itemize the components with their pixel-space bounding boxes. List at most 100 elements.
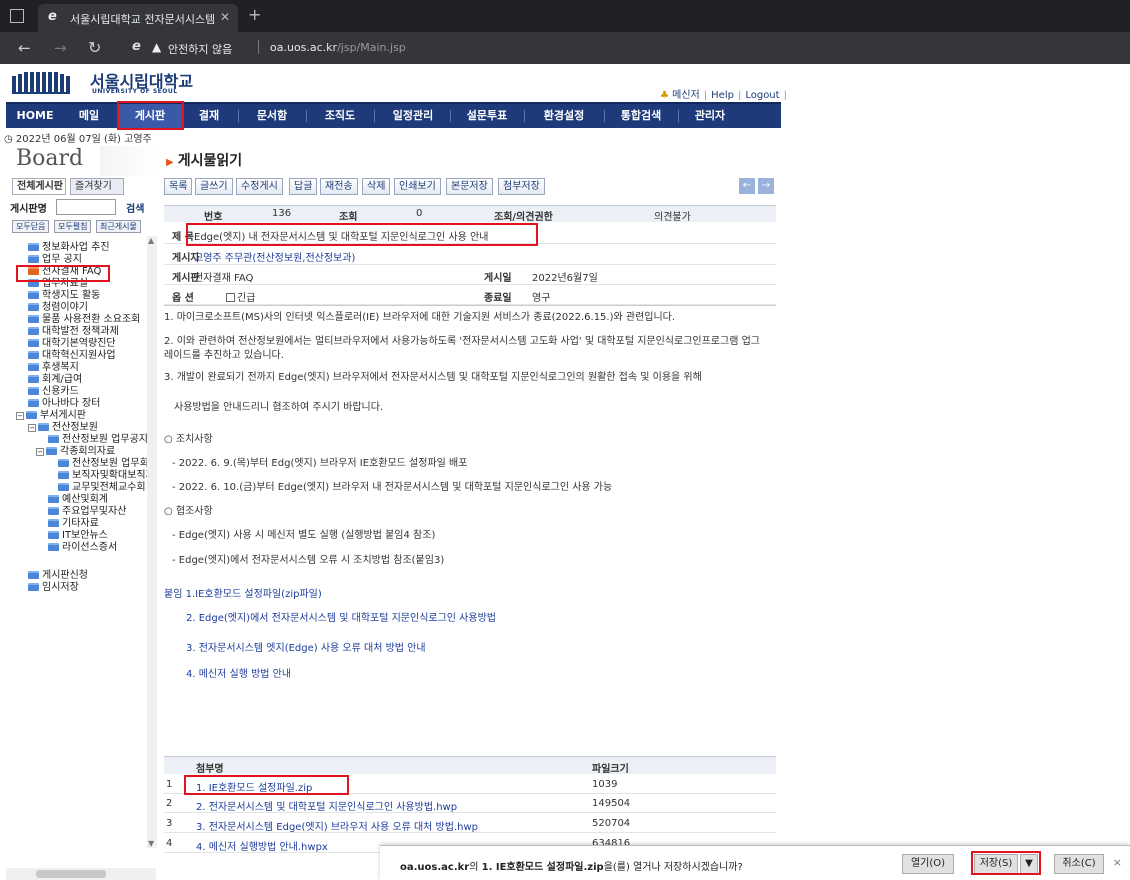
prev-post-icon[interactable]: ← bbox=[739, 178, 755, 194]
tree-item[interactable]: 전산정보원 업무회의 bbox=[58, 458, 156, 470]
back-icon[interactable]: ← bbox=[18, 39, 31, 57]
body-attachment-link[interactable]: 2. Edge(엣지)에서 전자문서시스템 및 대학포털 지문인식로그인 사용방… bbox=[186, 609, 496, 624]
write-button[interactable]: 글쓰기 bbox=[195, 178, 233, 195]
folder-icon bbox=[48, 519, 59, 527]
tab-favorites[interactable]: 즐겨찾기 bbox=[70, 178, 124, 195]
folder-icon bbox=[28, 255, 39, 263]
resend-button[interactable]: 재전송 bbox=[320, 178, 358, 195]
delete-button[interactable]: 삭제 bbox=[362, 178, 391, 195]
warning-icon[interactable]: ▲ bbox=[152, 40, 161, 54]
attachment-link[interactable]: 2. 전자문서시스템 및 대학포털 지문인식로그인 사용방법.hwp bbox=[196, 798, 457, 813]
posted-value: 2022년6월7일 bbox=[532, 273, 598, 284]
tab-close-icon[interactable]: ✕ bbox=[220, 10, 230, 24]
new-tab-icon[interactable]: + bbox=[248, 7, 261, 23]
attachment-link[interactable]: 3. 전자문서시스템 Edge(엣지) 브라우저 사용 오류 대처 방법.hwp bbox=[196, 818, 478, 833]
tree-item[interactable]: 물품 사용전환 소요조회 bbox=[28, 314, 140, 326]
edit-button[interactable]: 수정게시 bbox=[236, 178, 283, 195]
tree-item[interactable]: 회계/급여 bbox=[28, 374, 82, 386]
tree-item[interactable]: 교무및전체교수회 bbox=[58, 482, 146, 494]
tree-item[interactable]: 임시저장 bbox=[28, 582, 79, 594]
help-link[interactable]: Help bbox=[711, 90, 734, 101]
tree-item[interactable]: IT보안뉴스 bbox=[48, 530, 108, 542]
tree-item[interactable]: 기타자료 bbox=[48, 518, 99, 530]
sidebar-scrollbar[interactable]: ▲ ▼ bbox=[147, 236, 157, 848]
tree-group[interactable]: − 전산정보원 bbox=[28, 422, 98, 434]
nav-org-chart[interactable]: 조직도 bbox=[310, 104, 370, 128]
nav-approval[interactable]: 결재 bbox=[184, 104, 234, 128]
tree-item[interactable]: 전산정보원 업무공지 bbox=[48, 434, 148, 446]
date-user-text: 2022년 06월 07일 (화) 고영주 bbox=[15, 134, 152, 145]
body-attachment-link[interactable]: 4. 메신저 실행 방법 안내 bbox=[186, 665, 291, 680]
nav-settings[interactable]: 환경설정 bbox=[528, 104, 600, 128]
open-button[interactable]: 열기(O) bbox=[902, 854, 954, 874]
tree-item[interactable]: 신용카드 bbox=[28, 386, 79, 398]
print-preview-button[interactable]: 인쇄보기 bbox=[394, 178, 441, 195]
recent-posts-button[interactable]: 최근게시물 bbox=[96, 220, 141, 233]
board-search-button[interactable]: 검색 bbox=[126, 200, 144, 215]
body-section-heading: ○ 조치사항 bbox=[164, 434, 213, 445]
scroll-down-icon[interactable]: ▼ bbox=[148, 839, 154, 848]
tree-item[interactable]: 정보화사업 추진 bbox=[28, 242, 110, 254]
tree-item[interactable]: 보직자및확대보직자 bbox=[58, 470, 155, 482]
urgent-checkbox[interactable] bbox=[226, 293, 235, 302]
link-divider: | bbox=[737, 90, 742, 101]
tree-item[interactable]: 예산및회계 bbox=[48, 494, 108, 506]
nav-search[interactable]: 통합검색 bbox=[608, 104, 674, 128]
nav-admin[interactable]: 관리자 bbox=[682, 104, 738, 128]
browser-tab[interactable]: e 서울시립대학교 전자문서시스템 ✕ bbox=[38, 4, 238, 32]
scroll-thumb[interactable] bbox=[36, 870, 106, 878]
sidebar-hscrollbar[interactable] bbox=[6, 868, 156, 880]
nav-documents[interactable]: 문서함 bbox=[242, 104, 302, 128]
tree-item[interactable]: 학생지도 활동 bbox=[28, 290, 100, 302]
reload-icon[interactable]: ↻ bbox=[88, 38, 101, 57]
logout-link[interactable]: Logout bbox=[745, 90, 779, 101]
next-post-icon[interactable]: → bbox=[758, 178, 774, 194]
cancel-button[interactable]: 취소(C) bbox=[1054, 854, 1104, 874]
tree-item[interactable]: 게시판신청 bbox=[28, 570, 88, 582]
clock-icon: ◷ bbox=[4, 134, 13, 145]
tree-group[interactable]: − 부서게시판 bbox=[16, 410, 86, 422]
close-icon[interactable]: × bbox=[1113, 856, 1122, 869]
tree-item[interactable]: 대학발전 정책과제 bbox=[28, 326, 119, 338]
tree-item[interactable]: 아나바다 장터 bbox=[28, 398, 100, 410]
body-attachment-link[interactable]: 붙임 1.IE호환모드 설정파일(zip파일) bbox=[164, 585, 322, 600]
security-label[interactable]: 안전하지 않음 bbox=[168, 41, 232, 57]
tree-item[interactable]: 대학기본역량진단 bbox=[28, 338, 116, 350]
expand-all-button[interactable]: 모두펼침 bbox=[54, 220, 92, 233]
tree-item[interactable]: 라이선스증서 bbox=[48, 542, 117, 554]
tree-group[interactable]: − 각종회의자료 bbox=[36, 446, 115, 458]
nav-home[interactable]: HOME bbox=[10, 104, 60, 128]
scroll-up-icon[interactable]: ▲ bbox=[148, 236, 154, 245]
highlight-attachment bbox=[184, 775, 349, 795]
messenger-link[interactable]: 메신저 bbox=[672, 90, 700, 101]
ie-mode-icon[interactable]: e bbox=[132, 39, 141, 54]
nav-schedule[interactable]: 일정관리 bbox=[380, 104, 446, 128]
collapse-all-button[interactable]: 모두닫음 bbox=[12, 220, 50, 233]
tab-all-boards[interactable]: 전체게시판 bbox=[12, 178, 66, 195]
urgent-label: 긴급 bbox=[237, 293, 256, 304]
tree-item[interactable]: 청렴이야기 bbox=[28, 302, 88, 314]
save-body-button[interactable]: 본문저장 bbox=[446, 178, 493, 195]
posted-label: 게시일 bbox=[484, 273, 512, 284]
tree-item[interactable]: 대학혁신지원사업 bbox=[28, 350, 116, 362]
board-search-input[interactable] bbox=[56, 199, 116, 215]
tree-item[interactable]: 주요업무및자산 bbox=[48, 506, 126, 518]
collapse-icon[interactable]: − bbox=[16, 412, 24, 420]
url-field[interactable]: oa.uos.ac.kr/jsp/Main.jsp bbox=[270, 41, 406, 54]
list-button[interactable]: 목록 bbox=[164, 178, 193, 195]
forward-icon[interactable]: → bbox=[54, 39, 67, 57]
nav-survey[interactable]: 설문투표 bbox=[454, 104, 520, 128]
attachment-link[interactable]: 4. 메신저 실행방법 안내.hwpx bbox=[196, 838, 328, 853]
folder-icon bbox=[58, 483, 69, 491]
collapse-icon[interactable]: − bbox=[36, 448, 44, 456]
nav-mail[interactable]: 메일 bbox=[64, 104, 114, 128]
save-attachments-button[interactable]: 첨부저장 bbox=[498, 178, 545, 195]
reply-button[interactable]: 답글 bbox=[289, 178, 318, 195]
nav-divider bbox=[374, 110, 375, 122]
nav-divider bbox=[450, 110, 451, 122]
body-attachment-link[interactable]: 3. 전자문서시스템 엣지(Edge) 사용 오류 대처 방법 안내 bbox=[186, 639, 426, 654]
tree-item[interactable]: 후생복지 bbox=[28, 362, 79, 374]
author-link[interactable]: 고영주 주무관(전산정보원,전산정보과) bbox=[194, 249, 355, 264]
window-menu-icon[interactable] bbox=[10, 9, 24, 23]
collapse-icon[interactable]: − bbox=[28, 424, 36, 432]
